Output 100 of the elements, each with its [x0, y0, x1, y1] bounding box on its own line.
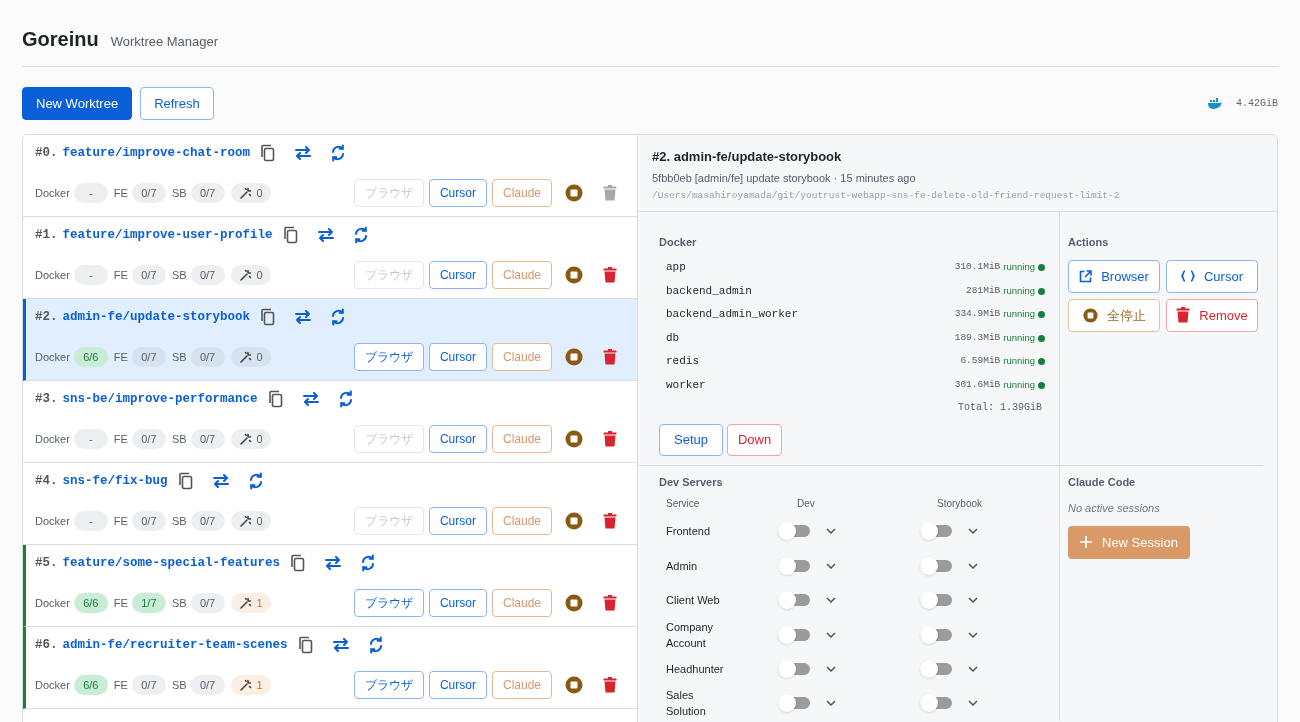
docker-status-badge: 6/6 [73, 675, 108, 696]
browser-button[interactable]: ブラウザ [353, 589, 424, 618]
branch-link[interactable]: feature/some-special-features [62, 553, 281, 573]
browser-button[interactable]: ブラウザ [353, 343, 424, 372]
status-label: FE [113, 350, 128, 366]
container-memory: 189.3MiB [954, 330, 1001, 345]
cursor-button[interactable]: Cursor [428, 589, 487, 618]
status-label: SB [171, 350, 187, 366]
fe-status-badge: 0/7 [131, 429, 166, 450]
column-header: Service [666, 497, 701, 512]
branch-link[interactable]: feature/improve-user-profile [62, 225, 273, 245]
worktree-index: #1. [35, 226, 58, 244]
status-label: Docker [35, 268, 70, 284]
sb-status-badge: 0/7 [190, 265, 225, 286]
status-label: SB [171, 268, 187, 284]
cursor-button[interactable]: Cursor [428, 425, 487, 454]
column-header: Dev [796, 497, 816, 512]
down-button[interactable]: Down [727, 423, 783, 456]
worktree-row[interactable]: #5. feature/some-special-features Docker 6/6 FE 1/7 SB 0/7 1 ブラウザ Cursor Claude [23, 545, 637, 627]
status-label: Docker [35, 186, 70, 202]
cursor-button[interactable]: Cursor [428, 507, 487, 536]
fe-status-badge: 0/7 [131, 183, 166, 204]
cursor-button[interactable]: Cursor [1166, 259, 1258, 293]
sb-status-badge: 0/7 [190, 593, 225, 614]
cursor-button[interactable]: Cursor [428, 343, 487, 372]
container-status: running [1003, 260, 1035, 275]
section-heading: Claude Code [1068, 474, 1137, 490]
detail-title: #2. admin-fe/update-storybook [652, 148, 843, 166]
branch-link[interactable]: admin-fe/update-storybook [62, 307, 251, 327]
browser-button[interactable]: Browser [1068, 259, 1160, 293]
stop-all-button[interactable]: 全停止 [1068, 298, 1160, 332]
worktree-row[interactable]: #2. admin-fe/update-storybook Docker 6/6 FE 0/7 SB 0/7 0 ブラウザ Cursor Claude [23, 299, 637, 381]
status-label: FE [113, 268, 128, 284]
fe-status-badge: 0/7 [131, 347, 166, 368]
container-name: db [666, 330, 681, 346]
claude-count: 0 [256, 514, 263, 530]
worktree-row[interactable]: #6. admin-fe/recruiter-team-scenes Docker 6/6 FE 0/7 SB 0/7 1 ブラウザ Cursor Claude [23, 627, 637, 709]
sb-status-badge: 0/7 [190, 183, 225, 204]
status-label: FE [113, 678, 128, 694]
container-memory: 6.59MiB [960, 354, 1001, 369]
status-label: SB [171, 186, 187, 202]
container-status: running [1003, 283, 1035, 298]
sb-status-badge: 0/7 [190, 429, 225, 450]
claude-count: 0 [256, 268, 263, 284]
status-label: Docker [35, 432, 70, 448]
service-name: Client Web [666, 593, 721, 609]
docker-status-badge: - [73, 265, 108, 286]
sb-status-badge: 0/7 [190, 675, 225, 696]
cursor-button[interactable]: Cursor [428, 671, 487, 700]
container-name: app [666, 260, 687, 276]
container-status: running [1003, 377, 1035, 392]
cursor-button[interactable]: Cursor [428, 179, 487, 208]
setup-button[interactable]: Setup [659, 423, 723, 456]
section-heading: Actions [1068, 235, 1110, 251]
status-label: SB [171, 432, 187, 448]
container-name: worker [666, 377, 707, 393]
docker-status-badge: 6/6 [73, 593, 108, 614]
status-label: SB [171, 678, 187, 694]
app-title: Goreinu [22, 27, 99, 52]
service-name: Admin [666, 558, 699, 574]
worktree-index: #5. [35, 554, 58, 572]
status-label: Docker [35, 350, 70, 366]
service-name: Frontend [666, 524, 712, 540]
section-heading: Docker [659, 235, 698, 251]
service-name: Sales Solution [666, 688, 707, 720]
column-header: Storybook [936, 497, 984, 512]
cursor-button[interactable]: Cursor [428, 261, 487, 290]
docker-usage: 4.42GiB [1236, 97, 1278, 111]
service-name: Headhunter [666, 662, 725, 677]
branch-link[interactable]: feature/improve-chat-room [62, 143, 251, 163]
status-label: FE [113, 514, 128, 530]
branch-link[interactable]: admin-fe/recruiter-team-scenes [62, 635, 288, 655]
container-memory: 310.1MiB [954, 260, 1001, 275]
claude-count: 1 [256, 596, 263, 612]
new-worktree-button[interactable]: New Worktree [22, 87, 133, 120]
branch-link[interactable]: sns-be/improve-performance [62, 389, 258, 409]
worktree-index: #6. [35, 636, 58, 654]
commit-info: 5fbb0eb [admin/fe] update storybook · 15 minutes ago [652, 170, 917, 186]
branch-link[interactable]: sns-fe/fix-bug [62, 471, 168, 491]
container-name: redis [666, 354, 700, 370]
app-subtitle: Worktree Manager [110, 33, 219, 51]
browser-button[interactable]: ブラウザ [353, 671, 424, 700]
status-label: FE [113, 186, 128, 202]
docker-status-badge: - [73, 183, 108, 204]
container-status: running [1003, 354, 1035, 369]
remove-button[interactable]: Remove [1166, 298, 1258, 332]
container-memory: 281MiB [966, 283, 1001, 298]
worktree-index: #4. [35, 472, 58, 490]
container-name: backend_admin_worker [666, 307, 800, 323]
status-label: SB [171, 596, 187, 612]
worktree-index: #3. [35, 390, 58, 408]
status-label: SB [171, 514, 187, 530]
status-label: Docker [35, 514, 70, 530]
sb-status-badge: 0/7 [190, 511, 225, 532]
refresh-button[interactable]: Refresh [140, 87, 214, 120]
worktree-path: /Users/masahiroyamada/git/youtrust-webapp-sns-fe-delete-old-friend-request-limit-2 [652, 189, 1121, 203]
fe-status-badge: 0/7 [131, 265, 166, 286]
sb-status-badge: 0/7 [190, 347, 225, 368]
claude-count: 1 [256, 678, 263, 694]
status-label: FE [113, 432, 128, 448]
